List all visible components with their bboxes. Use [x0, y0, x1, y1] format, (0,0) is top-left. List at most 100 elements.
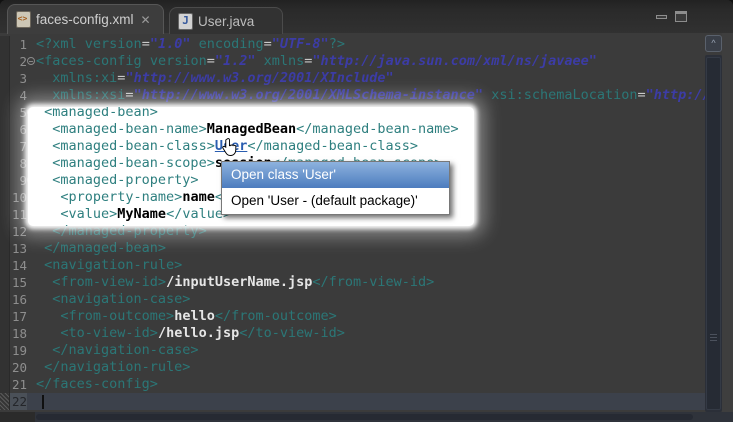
code-text: <from-view-id>/inputUserName.jsp</from-v… — [36, 274, 705, 291]
line-number: 3 — [10, 70, 27, 87]
code-line[interactable]: 20 </navigation-rule> — [0, 359, 705, 376]
editor-tab-bar: faces-config.xml ✕ J User.java — [0, 0, 733, 34]
fold-ruler-cell — [27, 308, 36, 325]
code-token: <navigation-case> — [52, 291, 190, 307]
annotation-ruler-cell — [0, 376, 10, 393]
code-line[interactable]: 22 — [0, 393, 705, 410]
line-number: 6 — [10, 121, 27, 138]
menu-item-open-class[interactable]: Open class 'User' — [222, 162, 449, 188]
annotation-ruler-cell — [0, 206, 10, 223]
xml-file-icon — [16, 11, 31, 28]
fold-ruler-cell — [27, 393, 36, 410]
code-token — [36, 223, 52, 226]
code-editor[interactable]: 1<?xml version="1.0" encoding="UTF-8"?>2… — [0, 33, 733, 412]
code-token — [36, 325, 60, 341]
code-token: MyName — [117, 206, 166, 222]
code-line[interactable]: 13 </managed-bean> — [0, 240, 705, 257]
line-number: 15 — [10, 274, 27, 291]
code-text: </managed-bean> — [36, 240, 705, 257]
horizontal-scrollbar[interactable] — [0, 412, 733, 422]
code-text: <navigation-rule> — [36, 257, 705, 274]
annotation-ruler-cell — [0, 291, 10, 308]
code-token — [36, 206, 60, 222]
code-token: ?> — [329, 36, 345, 52]
code-token — [36, 291, 52, 307]
close-icon[interactable]: ✕ — [141, 14, 151, 26]
line-number: 4 — [10, 87, 27, 104]
code-token: <navigation-rule> — [44, 257, 182, 273]
code-line[interactable]: 12 </managed-property> — [28, 223, 474, 226]
menu-item-open-default-package[interactable]: Open 'User - (default package)' — [222, 188, 449, 214]
line-number: 19 — [10, 342, 27, 359]
line-number: 12 — [10, 223, 27, 240]
code-text: <to-view-id>/hello.jsp</to-view-id> — [36, 325, 705, 342]
code-line[interactable]: 2−<faces-config version="1.2" xmlns="htt… — [0, 53, 705, 70]
line-number: 11 — [10, 206, 27, 223]
code-token: </faces-config> — [36, 376, 158, 392]
code-line[interactable]: 19 </navigation-case> — [0, 342, 705, 359]
scroll-up-arrow-icon[interactable]: ^ — [705, 35, 722, 52]
code-token — [36, 155, 52, 171]
code-line[interactable]: 18 <to-view-id>/hello.jsp</to-view-id> — [0, 325, 705, 342]
tab-user-java[interactable]: J User.java — [169, 7, 283, 34]
code-text: xmlns:xi="http://www.w3.org/2001/XInclud… — [36, 70, 705, 87]
scrollbar-grip-icon — [710, 332, 717, 343]
code-line[interactable]: 16 <navigation-case> — [0, 291, 705, 308]
code-token: = — [207, 53, 215, 69]
scrollbar-track[interactable] — [705, 55, 722, 412]
scrollbar-corner — [0, 412, 35, 422]
code-line[interactable]: 21</faces-config> — [0, 376, 705, 393]
code-text: <navigation-case> — [36, 291, 705, 308]
editor-right-margin — [722, 33, 733, 412]
line-number: 22 — [10, 393, 27, 410]
code-line[interactable]: 4 xmlns:xsi="http://www.w3.org/2001/XMLS… — [0, 87, 705, 104]
annotation-ruler-cell — [0, 172, 10, 189]
code-token: = — [125, 87, 133, 103]
line-number: 7 — [10, 138, 27, 155]
editor-window: faces-config.xml ✕ J User.java 1 <?xml ve… — [0, 0, 733, 422]
code-token: <managed-bean> — [44, 107, 158, 120]
tab-label: faces-config.xml — [36, 12, 134, 27]
horizontal-scrollbar-thumb[interactable] — [36, 414, 693, 420]
annotation-ruler-cell — [0, 138, 10, 155]
code-line[interactable]: 14 <navigation-rule> — [0, 257, 705, 274]
code-text: </faces-config> — [36, 376, 705, 393]
code-line[interactable]: 5− <managed-bean> — [28, 107, 474, 121]
code-token — [483, 87, 491, 103]
maximize-icon[interactable] — [675, 11, 687, 22]
code-token — [256, 53, 264, 69]
annotation-ruler-cell — [0, 257, 10, 274]
annotation-ruler-cell — [0, 53, 10, 70]
scrollbar-thumb[interactable] — [706, 57, 721, 410]
code-text: <?xml version="1.0" encoding="UTF-8"?> — [36, 36, 705, 53]
fold-collapse-icon[interactable]: − — [27, 57, 35, 65]
vertical-scrollbar[interactable]: ^ — [705, 35, 722, 412]
code-token: ManagedBean — [207, 121, 296, 137]
code-token — [36, 342, 52, 358]
code-line[interactable]: 1 <?xml version="1.0" encoding="UTF-8"?> — [0, 36, 705, 53]
hand-cursor-icon — [221, 138, 239, 162]
code-token: </managed-bean-class> — [247, 138, 418, 154]
code-line[interactable]: 6 <managed-bean-name>ManagedBean</manage… — [28, 121, 474, 138]
code-token: </from-view-id> — [312, 274, 434, 290]
tab-faces-config-xml[interactable]: faces-config.xml ✕ — [7, 4, 164, 34]
code-token: </managed-bean> — [44, 240, 166, 256]
code-token: xsi:schemaLocation — [491, 87, 637, 103]
fold-ruler-cell — [27, 342, 36, 359]
code-line[interactable]: 15 <from-view-id>/inputUserName.jsp</fro… — [0, 274, 705, 291]
code-token: </navigation-rule> — [44, 359, 190, 375]
minimize-icon[interactable] — [656, 15, 667, 19]
annotation-ruler-cell — [0, 189, 10, 206]
line-number: 18 — [10, 325, 27, 342]
code-token: <from-outcome> — [60, 308, 174, 324]
code-line[interactable]: 3 xmlns:xi="http://www.w3.org/2001/XIncl… — [0, 70, 705, 87]
code-token: = — [264, 36, 272, 52]
code-token — [36, 189, 60, 205]
annotation-ruler-cell — [0, 274, 10, 291]
code-line[interactable]: 7 <managed-bean-class>User</managed-bean… — [28, 138, 474, 155]
line-number: 1 — [10, 36, 27, 53]
code-text: <faces-config version="1.2" xmlns="http:… — [36, 53, 705, 70]
code-line[interactable]: 17 <from-outcome>hello</from-outcome> — [0, 308, 705, 325]
annotation-ruler-cell — [0, 223, 10, 240]
line-number: 5 — [10, 104, 27, 121]
